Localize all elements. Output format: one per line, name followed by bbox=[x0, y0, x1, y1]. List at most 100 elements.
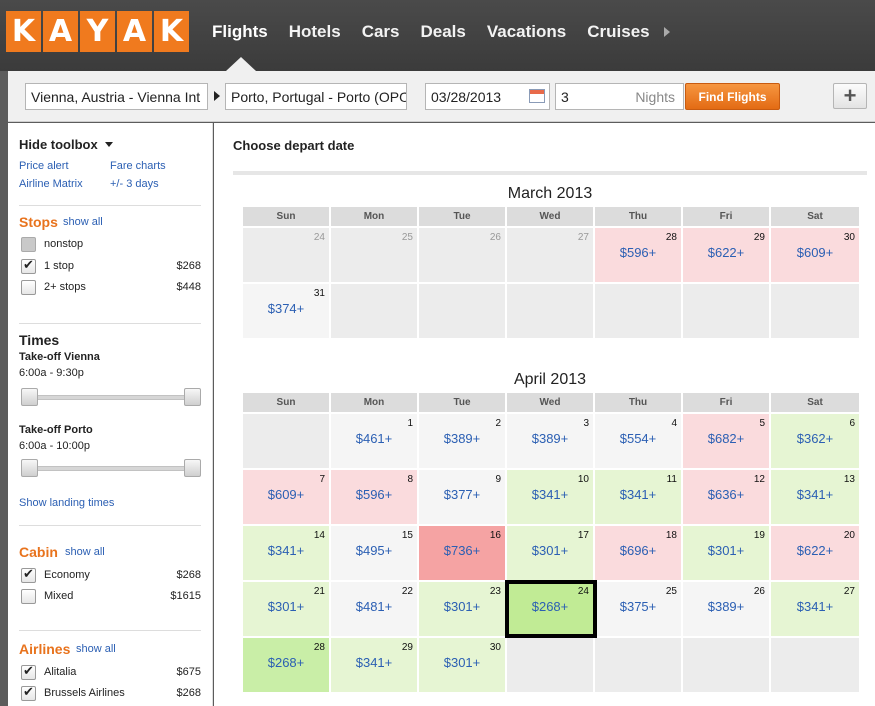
day-price[interactable]: $389+ bbox=[683, 599, 769, 614]
day-price[interactable]: $495+ bbox=[331, 543, 417, 558]
stops-show-all-link[interactable]: show all bbox=[63, 216, 103, 228]
calendar-day[interactable]: 8 $596+ bbox=[331, 470, 419, 524]
airline-brussels-row[interactable]: Brussels Airlines $268 bbox=[21, 685, 201, 704]
airline-alitalia-row[interactable]: Alitalia $675 bbox=[21, 664, 201, 683]
fare-charts-link[interactable]: Fare charts bbox=[110, 160, 166, 172]
calendar-day[interactable]: 19 $301+ bbox=[683, 526, 771, 580]
nav-vacations[interactable]: Vacations bbox=[487, 22, 566, 42]
day-price[interactable]: $389+ bbox=[507, 431, 593, 446]
day-price[interactable]: $622+ bbox=[683, 245, 769, 260]
calendar-day[interactable]: 15 $495+ bbox=[331, 526, 419, 580]
plus-minus-3-days-link[interactable]: +/- 3 days bbox=[110, 178, 159, 190]
day-price[interactable]: $389+ bbox=[419, 431, 505, 446]
checkbox[interactable] bbox=[21, 664, 36, 680]
day-price[interactable]: $374+ bbox=[243, 301, 329, 316]
day-price[interactable]: $554+ bbox=[595, 431, 681, 446]
nav-deals[interactable]: Deals bbox=[421, 22, 466, 42]
day-price[interactable]: $301+ bbox=[683, 543, 769, 558]
slider-handle-left[interactable] bbox=[21, 388, 38, 406]
caret-down-icon[interactable] bbox=[105, 142, 113, 147]
stops-2plus-row[interactable]: 2+ stops $448 bbox=[21, 280, 201, 298]
calendar-day[interactable]: 12 $636+ bbox=[683, 470, 771, 524]
day-price[interactable]: $736+ bbox=[419, 543, 505, 558]
calendar-day[interactable]: 28 $596+ bbox=[595, 228, 683, 282]
stops-nonstop-row[interactable]: nonstop bbox=[21, 237, 201, 255]
day-price[interactable]: $596+ bbox=[595, 245, 681, 260]
nav-cruises[interactable]: Cruises bbox=[587, 22, 649, 42]
slider-handle-right[interactable] bbox=[184, 459, 201, 477]
calendar-day[interactable]: 5 $682+ bbox=[683, 414, 771, 468]
calendar-day[interactable]: 23 $301+ bbox=[419, 582, 507, 636]
add-plus-icon[interactable]: + bbox=[833, 83, 867, 109]
calendar-day[interactable]: 16 $736+ bbox=[419, 526, 507, 580]
calendar-day[interactable]: 17 $301+ bbox=[507, 526, 595, 580]
calendar-day[interactable]: 29 $341+ bbox=[331, 638, 419, 692]
find-flights-button[interactable]: Find Flights bbox=[685, 83, 780, 110]
slider-handle-left[interactable] bbox=[21, 459, 38, 477]
day-price[interactable]: $696+ bbox=[595, 543, 681, 558]
day-price[interactable]: $682+ bbox=[683, 431, 769, 446]
calendar-day[interactable]: 13 $341+ bbox=[771, 470, 859, 524]
hide-toolbox-toggle[interactable]: Hide toolbox bbox=[19, 137, 98, 152]
day-price[interactable]: $609+ bbox=[771, 245, 859, 260]
checkbox[interactable] bbox=[21, 258, 36, 274]
nav-cars[interactable]: Cars bbox=[362, 22, 400, 42]
airline-matrix-link[interactable]: Airline Matrix bbox=[19, 178, 83, 190]
day-price[interactable]: $461+ bbox=[331, 431, 417, 446]
calendar-icon[interactable] bbox=[529, 89, 545, 103]
calendar-day-selected[interactable]: 24 $268+ bbox=[505, 580, 597, 638]
calendar-day[interactable]: 2 $389+ bbox=[419, 414, 507, 468]
calendar-day[interactable]: 28 $268+ bbox=[243, 638, 331, 692]
calendar-day[interactable]: 26 $389+ bbox=[683, 582, 771, 636]
destination-input[interactable]: Porto, Portugal - Porto (OPO) bbox=[225, 83, 407, 110]
calendar-day[interactable]: 10 $341+ bbox=[507, 470, 595, 524]
calendar-day[interactable]: 1 $461+ bbox=[331, 414, 419, 468]
day-price[interactable]: $341+ bbox=[507, 487, 593, 502]
calendar-day[interactable]: 18 $696+ bbox=[595, 526, 683, 580]
cabin-mixed-row[interactable]: Mixed $1615 bbox=[21, 589, 201, 607]
calendar-day[interactable]: 4 $554+ bbox=[595, 414, 683, 468]
calendar-day[interactable]: 20 $622+ bbox=[771, 526, 859, 580]
price-alert-link[interactable]: Price alert bbox=[19, 160, 69, 172]
show-landing-times-link[interactable]: Show landing times bbox=[19, 497, 114, 509]
takeoff-vienna-slider[interactable] bbox=[21, 388, 201, 406]
calendar-day[interactable]: 3 $389+ bbox=[507, 414, 595, 468]
day-price[interactable]: $341+ bbox=[595, 487, 681, 502]
takeoff-porto-slider[interactable] bbox=[21, 459, 201, 477]
calendar-day[interactable]: 7 $609+ bbox=[243, 470, 331, 524]
day-price[interactable]: $301+ bbox=[243, 599, 329, 614]
calendar-day[interactable]: 30 $301+ bbox=[419, 638, 507, 692]
day-price[interactable]: $301+ bbox=[419, 599, 505, 614]
checkbox[interactable] bbox=[21, 280, 36, 295]
nav-flights[interactable]: Flights bbox=[212, 22, 268, 42]
calendar-day[interactable]: 21 $301+ bbox=[243, 582, 331, 636]
day-price[interactable]: $341+ bbox=[331, 655, 417, 670]
checkbox[interactable] bbox=[21, 237, 36, 252]
kayak-logo[interactable]: K A Y A K bbox=[6, 11, 189, 52]
cabin-economy-row[interactable]: Economy $268 bbox=[21, 567, 201, 586]
day-price[interactable]: $341+ bbox=[771, 487, 859, 502]
calendar-day[interactable]: 6 $362+ bbox=[771, 414, 859, 468]
calendar-day[interactable]: 9 $377+ bbox=[419, 470, 507, 524]
day-price[interactable]: $268+ bbox=[243, 655, 329, 670]
day-price[interactable]: $481+ bbox=[331, 599, 417, 614]
origin-input[interactable]: Vienna, Austria - Vienna Int bbox=[25, 83, 208, 110]
calendar-day[interactable]: 29 $622+ bbox=[683, 228, 771, 282]
day-price[interactable]: $268+ bbox=[507, 599, 593, 614]
day-price[interactable]: $341+ bbox=[243, 543, 329, 558]
calendar-day[interactable]: 22 $481+ bbox=[331, 582, 419, 636]
nav-more-arrow-icon[interactable] bbox=[664, 27, 670, 37]
day-price[interactable]: $622+ bbox=[771, 543, 859, 558]
day-price[interactable]: $362+ bbox=[771, 431, 859, 446]
day-price[interactable]: $375+ bbox=[595, 599, 681, 614]
calendar-day[interactable]: 25 $375+ bbox=[595, 582, 683, 636]
nav-hotels[interactable]: Hotels bbox=[289, 22, 341, 42]
day-price[interactable]: $377+ bbox=[419, 487, 505, 502]
calendar-day[interactable]: 31 $374+ bbox=[243, 284, 331, 338]
day-price[interactable]: $636+ bbox=[683, 487, 769, 502]
day-price[interactable]: $609+ bbox=[243, 487, 329, 502]
checkbox[interactable] bbox=[21, 589, 36, 604]
stops-1-stop-row[interactable]: 1 stop $268 bbox=[21, 258, 201, 277]
nights-input[interactable]: 3 Nights bbox=[555, 83, 684, 110]
checkbox[interactable] bbox=[21, 567, 36, 583]
